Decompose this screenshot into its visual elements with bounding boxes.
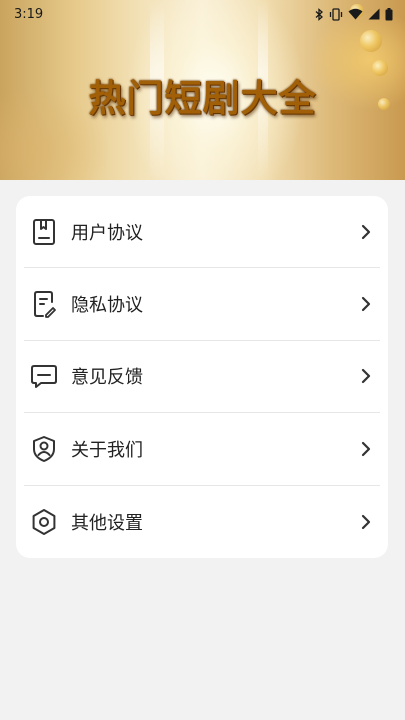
chevron-right-icon — [361, 369, 371, 384]
status-time: 3:19 — [14, 6, 44, 22]
menu-item-feedback[interactable]: 意见反馈 — [24, 341, 380, 414]
about-us-icon — [27, 432, 61, 466]
menu-item-about-us[interactable]: 关于我们 — [24, 413, 380, 486]
chevron-right-icon — [361, 296, 371, 312]
settings-icon — [27, 505, 61, 539]
menu-item-label: 意见反馈 — [71, 367, 143, 389]
battery-icon — [385, 7, 393, 20]
user-agreement-icon — [27, 215, 61, 249]
chevron-right-icon — [361, 441, 371, 456]
chevron-right-icon — [361, 514, 371, 529]
menu-item-privacy-policy[interactable]: 隐私协议 — [24, 268, 380, 341]
bluetooth-icon — [315, 7, 323, 21]
menu-item-label: 关于我们 — [71, 439, 143, 461]
menu-item-label: 用户协议 — [71, 222, 143, 244]
signal-icon — [368, 8, 380, 20]
wifi-icon — [348, 8, 363, 20]
status-bar: 3:19 — [0, 0, 405, 28]
privacy-policy-icon — [27, 287, 61, 321]
coin-decoration — [360, 30, 382, 52]
status-icons — [315, 7, 393, 21]
feedback-icon — [27, 359, 61, 393]
menu-item-label: 隐私协议 — [71, 295, 143, 317]
menu-item-user-agreement[interactable]: 用户协议 — [24, 196, 380, 269]
chevron-right-icon — [361, 224, 371, 239]
banner-title: 热门短剧大全 — [88, 77, 317, 120]
menu-item-other-settings[interactable]: 其他设置 — [24, 486, 380, 558]
settings-menu-card: 用户协议 隐私协议 意见反馈 关于我们 其他设置 — [16, 196, 388, 558]
menu-item-label: 其他设置 — [71, 512, 143, 534]
vibrate-icon — [329, 7, 343, 21]
